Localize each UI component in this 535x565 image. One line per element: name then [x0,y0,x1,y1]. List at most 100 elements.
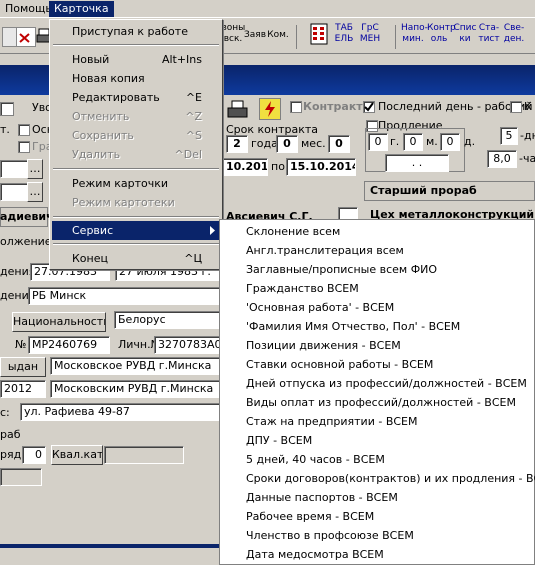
hours-label: -дн.н [520,129,535,142]
prolong-d-label: д. [464,135,476,148]
menu-card[interactable]: Карточка [49,1,114,17]
menu-item-new[interactable]: Новый Alt+Ins [52,50,220,69]
qual-cat-button[interactable]: Квал.кат. [51,445,103,465]
menu-item-card-mode[interactable]: Режим карточки [52,174,220,193]
grsmen-button[interactable]: ГрС МЕН [358,23,382,49]
po-label: по [271,160,285,173]
chk-right[interactable] [510,101,522,113]
calc-button[interactable] [309,23,329,49]
chk-last-day[interactable] [363,101,375,113]
menu-bar: Помощь Карточка [0,0,535,18]
menu-item-cardfile-mode: Режим картотеки [72,196,175,209]
menu-item-save: Сохранить ^S [72,129,202,142]
menu-separator [53,243,219,245]
date-from-field[interactable]: 10.2012 [222,158,268,176]
nationality-button[interactable]: Национальность [12,312,106,332]
toolbar-divider [296,25,297,49]
address-field[interactable]: ул. Рафиева 49-87 [20,403,224,421]
menu-separator [53,44,219,46]
dots-button-1[interactable]: … [27,159,43,179]
menu-separator [53,216,219,218]
hours2-label: -час. [519,152,535,165]
menu-item-new-copy[interactable]: Новая копия [52,69,220,88]
service-item[interactable]: 5 дней, 40 часов - ВСЕМ [220,450,534,469]
prolong-d-field[interactable]: 0 [440,133,460,151]
nationality-field[interactable]: Белорус [114,311,224,329]
zayav-button[interactable]: Заяв [244,30,266,56]
chk-osn[interactable] [18,124,30,136]
rab-label: раб [0,428,21,441]
service-item[interactable]: Гражданство ВСЕМ [220,279,534,298]
zones-button[interactable]: зоны вск. [222,23,245,49]
menu-item-delete: Удалить ^Del [72,148,202,161]
qual-cat-combo[interactable] [104,446,184,464]
service-item[interactable]: Заглавные/прописные всем ФИО [220,260,534,279]
chk-right-label: К [524,100,532,113]
prolong-m-field[interactable]: 0 [403,133,423,151]
prolong-y-field[interactable]: 0 [368,133,388,151]
label-t: т. [0,123,10,136]
lightning-button[interactable] [259,98,281,120]
service-item[interactable]: Данные паспортов - ВСЕМ [220,488,534,507]
issued-button[interactable]: ыдан [0,357,46,377]
service-item[interactable]: 'Фамилия Имя Отчество, Пол' - ВСЕМ [220,317,534,336]
statist-button[interactable]: Ста- тист [477,23,501,49]
kontrol-button[interactable]: Контр оль [427,23,456,49]
service-item[interactable]: Англ.транслитерация всем [220,241,534,260]
bottom-combo[interactable] [0,468,42,486]
chk-contract-label: Контракт [303,100,363,113]
menu-item-exit[interactable]: Конец ^Ц [52,249,220,268]
chk-gra[interactable] [18,141,30,153]
service-item[interactable]: Дней отпуска из профессий/должностей - В… [220,374,534,393]
srok-years-field[interactable]: 2 [226,135,248,153]
service-item[interactable]: Сроки договоров(контрактов) и их продлен… [220,469,535,488]
lich-no-field[interactable]: 3270783A09 [154,336,224,354]
birth-place-field[interactable]: РБ Минск [28,287,224,305]
service-item[interactable]: Рабочее время - ВСЕМ [220,507,534,526]
card-menu: Приступая к работе Новый Alt+Ins Новая ко… [49,19,223,270]
prolong-m-label: м. [426,135,438,148]
delete-doc-icon[interactable] [16,27,36,47]
service-item[interactable]: 'Основная работа' - ВСЕМ [220,298,534,317]
position-text: Старший прораб [370,184,477,197]
sveden-button[interactable]: Све- ден. [502,23,526,49]
menu-item-start[interactable]: Приступая к работе [52,22,220,41]
chk-contract[interactable] [290,101,302,113]
napomin-button[interactable]: Напо- мин. [401,23,428,49]
issued-by-field[interactable]: Московское РУВД г.Минска [50,357,224,375]
months-label: мес. [301,137,326,150]
combo-2[interactable] [0,183,28,201]
menu-item-service[interactable]: Сервис [52,221,220,240]
submenu-arrow-icon [210,226,215,235]
service-submenu: Склонение всем Англ.транслитерация всем … [219,219,535,565]
passport-no-field[interactable]: MP2460769 [28,336,110,354]
service-item[interactable]: Виды оплат из профессий/должностей - ВСЕ… [220,393,534,412]
combo-1[interactable] [0,160,28,178]
menu-item-edit[interactable]: Редактировать ^E [52,88,220,107]
service-item[interactable]: ДПУ - ВСЕМ [220,431,534,450]
issued-by2-field[interactable]: Московским РУВД г.Минска [50,380,224,398]
date-to-field[interactable]: 15.10.2014 [286,158,356,176]
issue-date-field[interactable]: 2012 [0,380,46,398]
hours2-field[interactable]: 8,0 [487,150,517,168]
srok-days-field[interactable]: 0 [328,135,350,153]
prolong-date-field[interactable]: . . [385,154,449,172]
spiski-button[interactable]: Спис ки [453,23,477,49]
hours-field[interactable]: 5 [500,127,518,145]
menu-separator [53,168,219,170]
toolbar-divider [395,25,396,49]
service-item[interactable]: Дата медосмотра ВСЕМ [220,545,534,564]
rank-label: ряд [0,448,22,461]
dots-button-2[interactable]: … [27,182,43,202]
years-label: года [251,137,278,150]
service-item[interactable]: Членство в профсоюзе ВСЕМ [220,526,534,545]
service-item[interactable]: Стаж на предприятии - ВСЕМ [220,412,534,431]
kom-button[interactable]: Ком. [266,30,290,56]
service-item[interactable]: Позиции движения - ВСЕМ [220,336,534,355]
print-button[interactable] [226,99,250,121]
rank-field[interactable]: 0 [22,446,46,464]
service-item[interactable]: Склонение всем [220,222,534,241]
srok-months-field[interactable]: 0 [276,135,298,153]
service-item[interactable]: Ставки основной работы - ВСЕМ [220,355,534,374]
tabel-button[interactable]: ТАБ ЕЛЬ [332,23,356,49]
